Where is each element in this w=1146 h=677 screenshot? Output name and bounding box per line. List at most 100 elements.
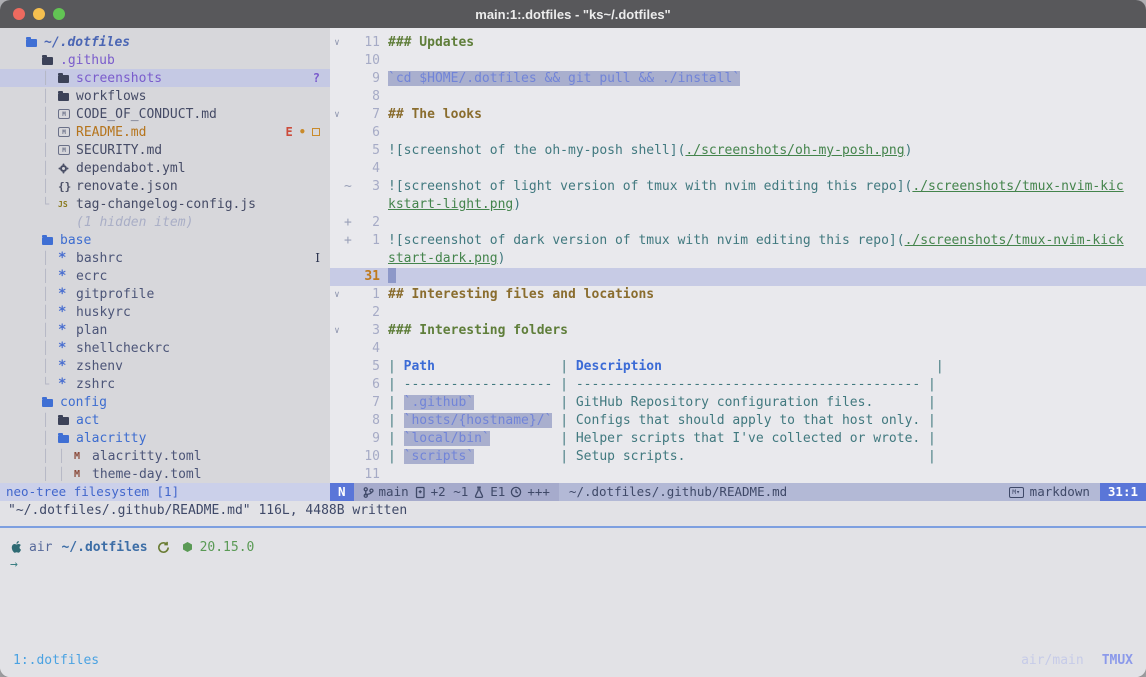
gutter-sign	[344, 304, 355, 322]
editor-line[interactable]: start-dark.png)	[330, 250, 1146, 268]
terminal-window: main:1:.dotfiles - "ks~/.dotfiles" ~/.do…	[0, 0, 1146, 677]
fold-column	[330, 304, 344, 322]
line-number: 11	[355, 34, 380, 52]
editor-line[interactable]: 5| Path | Description |	[330, 358, 1146, 376]
editor-line[interactable]: 8| `hosts/{hostname}/` | Configs that sh…	[330, 412, 1146, 430]
tree-item[interactable]: │{}renovate.json	[0, 177, 330, 195]
shell-pane[interactable]: air ~/.dotfiles 20.15.0 → 1:.dotfiles ai…	[0, 528, 1146, 677]
tree-guides: │	[26, 305, 58, 320]
editor-line[interactable]: 11	[330, 466, 1146, 483]
editor-line[interactable]: 10| `scripts` | Setup scripts. |	[330, 448, 1146, 466]
line-text: `cd $HOME/.dotfiles && git pull && ./ins…	[380, 70, 1146, 88]
minimize-button[interactable]	[33, 8, 45, 20]
line-text	[380, 340, 1146, 358]
tree-item[interactable]: (1 hidden item)	[0, 213, 330, 231]
tree-item[interactable]: └*zshrc	[0, 375, 330, 393]
tree-item[interactable]: │*huskyrc	[0, 303, 330, 321]
tree-item-label: zshrc	[76, 377, 115, 392]
tree-item[interactable]: │dependabot.yml	[0, 159, 330, 177]
editor-line[interactable]: 6	[330, 124, 1146, 142]
node-version: 20.15.0	[200, 540, 255, 555]
tree-item[interactable]: │*bashrcI	[0, 249, 330, 267]
diagnostics-flask-icon	[473, 486, 485, 499]
editor-line[interactable]: 4	[330, 340, 1146, 358]
line-text	[380, 214, 1146, 232]
line-text: | `scripts` | Setup scripts. |	[380, 448, 1146, 466]
extra-flags: +++	[527, 483, 550, 501]
git-status-badge: •	[299, 125, 306, 139]
diff-file-icon	[414, 486, 426, 499]
line-number: 9	[355, 430, 380, 448]
file-md-icon: M	[58, 145, 75, 155]
tmux-window-tab[interactable]: 1:.dotfiles	[13, 653, 99, 668]
editor-line[interactable]: 31	[330, 268, 1146, 286]
editor-line[interactable]: ∨11### Updates	[330, 34, 1146, 52]
tree-item[interactable]: │MSECURITY.md	[0, 141, 330, 159]
star-icon: *	[58, 286, 75, 302]
node-icon	[182, 541, 193, 553]
star-icon: *	[58, 304, 75, 320]
editor-line[interactable]: 6| ------------------- | ---------------…	[330, 376, 1146, 394]
neotree-status: neo-tree filesystem [1]	[0, 483, 330, 501]
tree-item[interactable]: .github	[0, 51, 330, 69]
editor-line[interactable]: 10	[330, 52, 1146, 70]
tree-item[interactable]: │*plan	[0, 321, 330, 339]
line-number: 5	[355, 358, 380, 376]
line-text: | ------------------- | ----------------…	[380, 376, 1146, 394]
tree-item[interactable]: │MCODE_OF_CONDUCT.md	[0, 105, 330, 123]
branch-name: main	[379, 483, 409, 501]
tree-item[interactable]: │screenshots?	[0, 69, 330, 87]
editor-buffer[interactable]: ∨11### Updates109`cd $HOME/.dotfiles && …	[330, 28, 1146, 483]
editor-line[interactable]: ~3![screenshot of light version of tmux …	[330, 178, 1146, 196]
editor-line[interactable]: 8	[330, 88, 1146, 106]
editor-line[interactable]: +1![screenshot of dark version of tmux w…	[330, 232, 1146, 250]
fold-chevron-icon[interactable]: ∨	[330, 34, 344, 52]
clock-icon	[510, 486, 522, 498]
git-status-icon	[157, 541, 170, 554]
fold-column	[330, 214, 344, 232]
file-md-icon: M	[58, 109, 75, 119]
editor-line[interactable]: 9| `local/bin` | Helper scripts that I'v…	[330, 430, 1146, 448]
editor-line[interactable]: +2	[330, 214, 1146, 232]
tree-item[interactable]: │MREADME.mdE•	[0, 123, 330, 141]
line-text	[380, 160, 1146, 178]
line-text: | `.github` | GitHub Repository configur…	[380, 394, 1146, 412]
zoom-button[interactable]	[53, 8, 65, 20]
cursor-position: 31:1	[1100, 483, 1146, 501]
editor-line[interactable]: 9`cd $HOME/.dotfiles && git pull && ./in…	[330, 70, 1146, 88]
prompt-arrow[interactable]: →	[10, 557, 1146, 575]
tree-item[interactable]: │workflows	[0, 87, 330, 105]
editor-line[interactable]: 7| `.github` | GitHub Repository configu…	[330, 394, 1146, 412]
tree-item-label: CODE_OF_CONDUCT.md	[76, 107, 217, 122]
fold-chevron-icon[interactable]: ∨	[330, 322, 344, 340]
fold-chevron-icon[interactable]: ∨	[330, 106, 344, 124]
tree-item[interactable]: base	[0, 231, 330, 249]
tree-item[interactable]: │act	[0, 411, 330, 429]
editor-line[interactable]: ∨1## Interesting files and locations	[330, 286, 1146, 304]
tree-item[interactable]: │*gitprofile	[0, 285, 330, 303]
tree-item[interactable]: ││Mtheme-day.toml	[0, 465, 330, 483]
tree-item[interactable]: ~/.dotfiles	[0, 33, 330, 51]
tree-item[interactable]: └JStag-changelog-config.js	[0, 195, 330, 213]
tree-item-label: dependabot.yml	[76, 161, 186, 176]
tree-item[interactable]: ││Malacritty.toml	[0, 447, 330, 465]
gutter-sign	[344, 268, 355, 286]
editor-line[interactable]: ∨7## The looks	[330, 106, 1146, 124]
tree-guides: │	[26, 413, 58, 428]
git-status-badge: ?	[313, 71, 320, 85]
editor-line[interactable]: 5![screenshot of the oh-my-posh shell](.…	[330, 142, 1146, 160]
tree-guides: │	[26, 125, 58, 140]
tree-item[interactable]: │*shellcheckrc	[0, 339, 330, 357]
editor-line[interactable]: ∨3### Interesting folders	[330, 322, 1146, 340]
editor-line[interactable]: 4	[330, 160, 1146, 178]
tree-item[interactable]: │*ecrc	[0, 267, 330, 285]
fold-chevron-icon[interactable]: ∨	[330, 286, 344, 304]
tree-item[interactable]: │*zshenv	[0, 357, 330, 375]
tree-item[interactable]: │alacritty	[0, 429, 330, 447]
tree-item[interactable]: config	[0, 393, 330, 411]
editor-line[interactable]: 2	[330, 304, 1146, 322]
tree-item-label: README.md	[76, 125, 146, 140]
editor-line[interactable]: kstart-light.png)	[330, 196, 1146, 214]
gutter-sign	[344, 160, 355, 178]
close-button[interactable]	[13, 8, 25, 20]
